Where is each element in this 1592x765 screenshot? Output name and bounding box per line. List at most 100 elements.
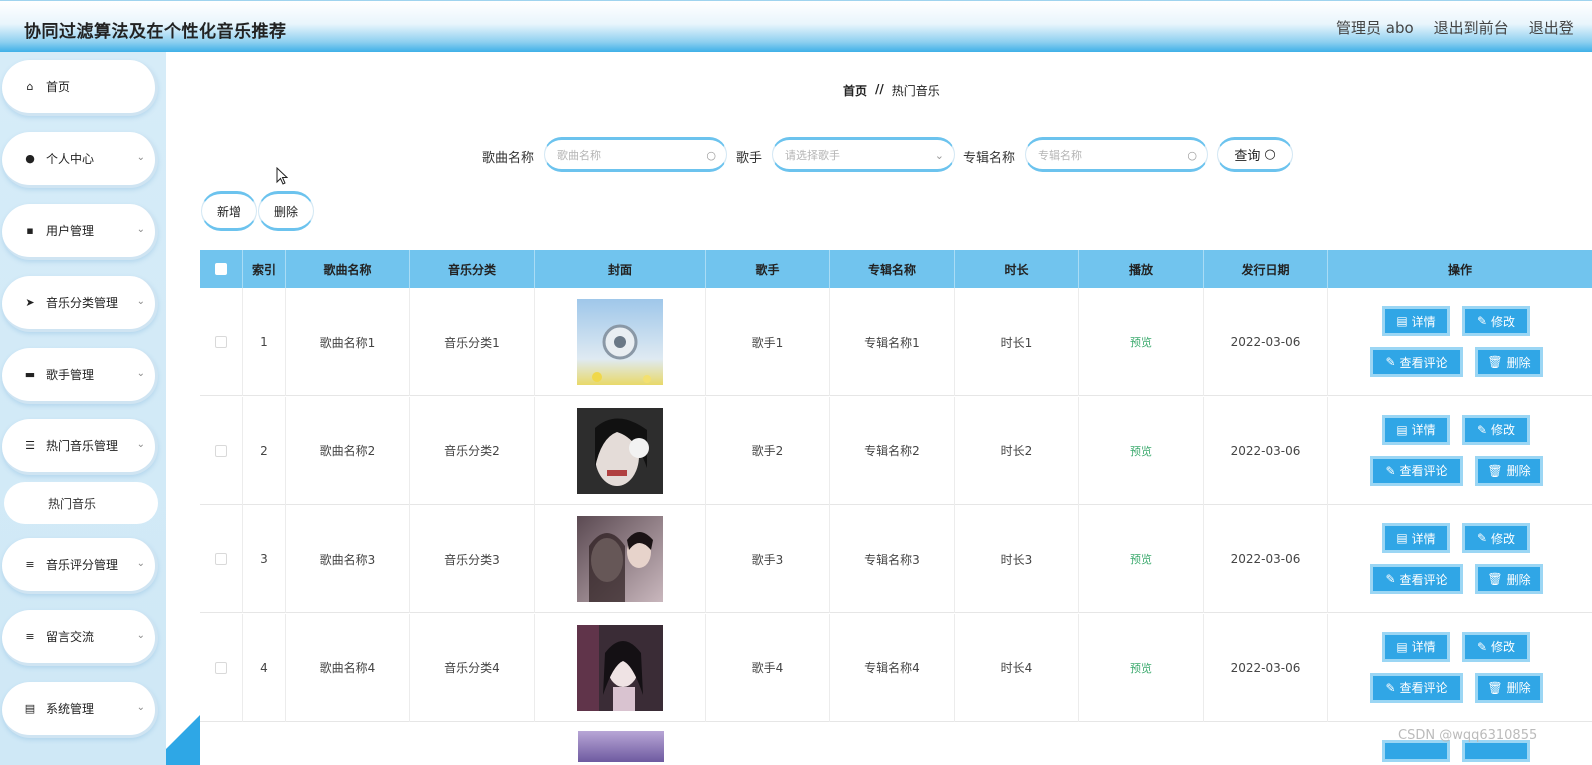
view-comments-label: 查看评论 (1399, 355, 1448, 370)
edit-button[interactable] (1462, 740, 1530, 762)
album-cover-image (577, 624, 663, 711)
album-name-label: 专辑名称 (963, 151, 1016, 166)
cell-release-date: 2022-03-06 (1204, 288, 1328, 396)
row-actions: ▤ 详情 ✎ 修改 ✎ 查看评论 🗑 删除 (1328, 614, 1584, 722)
cell-play[interactable]: 预览 (1079, 505, 1204, 613)
cell-song-name: 歌曲名称3 (286, 505, 410, 613)
edit-label: 修改 (1491, 314, 1516, 329)
detail-label: 详情 (1411, 423, 1436, 437)
row-check-cell (200, 505, 243, 613)
admin-label[interactable]: 管理员 abo (1336, 17, 1414, 38)
doc-icon: ▤ (1396, 314, 1408, 328)
edit-button[interactable]: ✎ 修改 (1462, 631, 1530, 662)
cell-index: 3 (243, 505, 286, 613)
album-name-input[interactable]: 专辑名称 ○ (1025, 137, 1208, 172)
sidebar-item-label: 系统管理 (46, 702, 95, 716)
send-icon: ➤ (25, 296, 35, 309)
sidebar: ⌂ 首页 ● 个人中心 ⌄ ▪ 用户管理 ⌄ ➤ 音乐分类管理 ⌄ ▬ 歌手管理… (0, 52, 166, 765)
add-button[interactable]: 新增 (201, 191, 257, 231)
search-icon: ○ (706, 149, 716, 162)
view-comments-button[interactable]: ✎ 查看评论 (1370, 347, 1463, 377)
pencil-icon: ✎ (1385, 680, 1396, 695)
delete-label: 删除 (1506, 355, 1531, 370)
view-comments-label: 查看评论 (1399, 464, 1448, 478)
chevron-down-icon: ⌄ (136, 630, 145, 641)
view-comments-button[interactable]: ✎ 查看评论 (1370, 455, 1463, 486)
sidebar-item-user-management[interactable]: ▪ 用户管理 ⌄ (2, 204, 158, 260)
detail-button[interactable]: ▤ 详情 (1382, 523, 1450, 553)
edit-button[interactable]: ✎ 修改 (1462, 306, 1530, 336)
detail-button[interactable]: ▤ 详情 (1382, 414, 1450, 445)
sidebar-item-rating-management[interactable]: ≡ 音乐评分管理 ⌄ (2, 538, 158, 594)
edit-button[interactable]: ✎ 修改 (1462, 523, 1530, 553)
chat-icon: ▬ (24, 368, 36, 381)
cell-cover (535, 396, 706, 505)
cell-play[interactable]: 预览 (1079, 396, 1204, 505)
sidebar-item-messages[interactable]: ≡ 留言交流 ⌄ (2, 610, 158, 666)
row-checkbox[interactable] (215, 553, 227, 565)
chevron-down-icon: ⌄ (934, 149, 944, 162)
sidebar-item-singer-management[interactable]: ▬ 歌手管理 ⌄ (2, 348, 158, 404)
chevron-down-icon: ⌄ (136, 368, 145, 379)
detail-button[interactable] (1382, 740, 1450, 762)
back-to-front-link[interactable]: 退出到前台 (1434, 17, 1509, 38)
cell-duration: 时长1 (955, 288, 1079, 396)
cell-index: 4 (243, 613, 286, 722)
song-name-input[interactable]: 歌曲名称 ○ (544, 137, 727, 172)
row-checkbox[interactable] (215, 661, 227, 674)
breadcrumb-home[interactable]: 首页 (843, 82, 867, 99)
view-comments-label: 查看评论 (1399, 572, 1448, 587)
select-all-cell (200, 250, 243, 288)
chevron-down-icon: ⌄ (136, 296, 145, 307)
view-comments-button[interactable]: ✎ 查看评论 (1370, 672, 1463, 703)
sidebar-item-label: 音乐评分管理 (46, 558, 119, 572)
pencil-icon: ✎ (1385, 572, 1396, 586)
row-check-cell (200, 613, 243, 722)
cell-category: 音乐分类2 (410, 396, 535, 505)
cell-release-date: 2022-03-06 (1204, 505, 1328, 613)
col-singer: 歌手 (706, 250, 830, 288)
sidebar-item-hot-music-management[interactable]: ☰ 热门音乐管理 ⌄ (2, 419, 158, 475)
breadcrumb: 首页 // 热门音乐 (843, 82, 940, 99)
row-checkbox[interactable] (215, 444, 227, 457)
song-name-label: 歌曲名称 (482, 151, 535, 166)
chevron-down-icon: ⌄ (136, 152, 145, 163)
detail-button[interactable]: ▤ 详情 (1382, 631, 1450, 662)
delete-button[interactable]: 🗑 删除 (1475, 347, 1543, 377)
query-label: 查询 (1234, 149, 1261, 164)
users-icon: ▪ (26, 224, 34, 237)
singer-select[interactable]: 请选择歌手 ⌄ (772, 137, 955, 172)
pencil-icon: ✎ (1476, 314, 1488, 328)
view-comments-button[interactable]: ✎ 查看评论 (1370, 564, 1463, 594)
sidebar-item-home[interactable]: ⌂ 首页 (2, 60, 158, 116)
chevron-down-icon: ⌄ (136, 702, 145, 713)
cell-index: 2 (243, 396, 286, 505)
select-all-checkbox[interactable] (215, 263, 227, 275)
row-actions: ▤ 详情 ✎ 修改 ✎ 查看评论 🗑 删除 (1328, 397, 1584, 505)
sidebar-item-system-management[interactable]: ▤ 系统管理 ⌄ (2, 682, 158, 738)
logout-link[interactable]: 退出登 (1529, 17, 1574, 38)
delete-button[interactable]: 🗑 删除 (1475, 564, 1543, 594)
batch-delete-button[interactable]: 删除 (258, 191, 314, 231)
delete-button[interactable]: 🗑 删除 (1475, 455, 1543, 486)
edit-button[interactable]: ✎ 修改 (1462, 414, 1530, 445)
detail-button[interactable]: ▤ 详情 (1382, 306, 1450, 336)
table-row: 2 歌曲名称2 音乐分类2 歌手2 专辑名称2 时长2 预览 2022-03-06 ▤ 详情 ✎ 修改… (200, 396, 1592, 505)
cell-play[interactable]: 预览 (1079, 613, 1204, 722)
cell-singer: 歌手1 (706, 288, 830, 396)
detail-label: 详情 (1411, 314, 1436, 329)
album-cover-image (577, 516, 663, 602)
cell-play[interactable]: 预览 (1079, 288, 1204, 396)
cell-album: 专辑名称1 (830, 288, 955, 396)
sidebar-item-music-category[interactable]: ➤ 音乐分类管理 ⌄ (2, 276, 158, 332)
sidebar-subitem-hot-music[interactable]: 热门音乐 (4, 482, 158, 524)
sidebar-item-label: 热门音乐管理 (46, 439, 119, 453)
delete-label: 删除 (1506, 572, 1531, 587)
query-button[interactable]: 查询 ○ (1217, 137, 1293, 172)
row-checkbox[interactable] (215, 336, 227, 348)
sidebar-item-label: 音乐分类管理 (46, 296, 119, 310)
album-name-placeholder: 专辑名称 (1038, 148, 1082, 162)
sidebar-item-label: 歌手管理 (46, 368, 95, 382)
sidebar-item-personal-center[interactable]: ● 个人中心 ⌄ (2, 132, 158, 188)
delete-button[interactable]: 🗑 删除 (1475, 672, 1543, 703)
